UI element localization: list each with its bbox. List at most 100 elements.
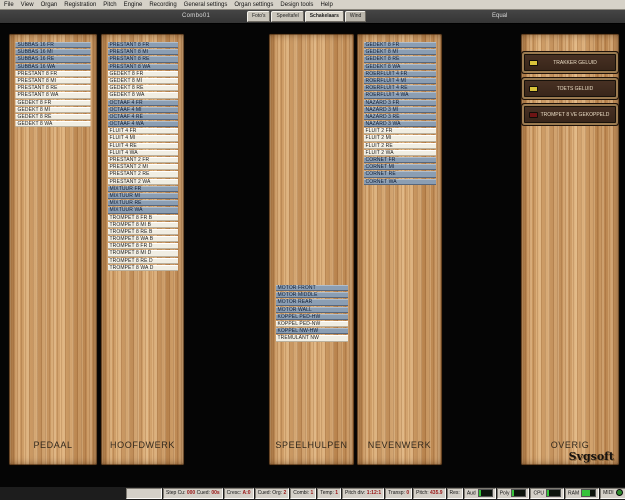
stop-roerfluit-4-wa[interactable]: ROERFLUIT 4 WA [364, 92, 436, 98]
stop-subbas-16-mi[interactable]: SUBBAS 16 MI [16, 49, 91, 55]
stop-prestant-8-re[interactable]: PRESTANT 8 RE [16, 85, 91, 91]
menu-file[interactable]: File [4, 2, 14, 8]
stop-gedekt-8-wa[interactable]: GEDEKT 8 WA [364, 64, 436, 70]
tab-speeltafel[interactable]: Speeltafel [271, 11, 303, 22]
stop-motor-front[interactable]: MOTOR FRONT [276, 285, 348, 291]
stop-prestant-8-wa[interactable]: PRESTANT 8 WA [108, 64, 178, 70]
stop-trompet-8-fr-b[interactable]: TROMPET 8 FR B [108, 215, 178, 221]
stop-fluit-4-re[interactable]: FLUIT 4 RE [108, 143, 178, 149]
stop-prestant-2-wa[interactable]: PRESTANT 2 WA [108, 179, 178, 185]
stop-prestant-2-mi[interactable]: PRESTANT 2 MI [108, 164, 178, 170]
stop-mixtuur-re[interactable]: MIXTUUR RE [108, 200, 178, 206]
status-cell-pitch-div: Pitch div: 1:12:1 [342, 488, 384, 499]
stop-fluit-4-mi[interactable]: FLUIT 4 MI [108, 135, 178, 141]
menu-general-settings[interactable]: General settings [184, 2, 228, 8]
stop-roerfluit-4-fr[interactable]: ROERFLUIT 4 FR [364, 71, 436, 77]
stop-prestant-8-wa[interactable]: PRESTANT 8 WA [16, 92, 91, 98]
menu-help[interactable]: Help [320, 2, 332, 8]
stop-trompet-8-re-b[interactable]: TROMPET 8 RE B [108, 229, 178, 235]
stop-subbas-16-re[interactable]: SUBBAS 16 RE [16, 56, 91, 62]
stop-gedekt-8-mi[interactable]: GEDEKT 8 MI [16, 107, 91, 113]
button-trakker-geluid[interactable]: TRAKKER GELUID [524, 54, 616, 71]
stop-gedekt-8-fr[interactable]: GEDEKT 8 FR [16, 100, 91, 106]
stop-nazard-3-wa[interactable]: NAZARD 3 WA [364, 121, 436, 127]
stop-koppel-ped-hw[interactable]: KOPPEL PED-HW [276, 314, 348, 320]
stop-fluit-2-re[interactable]: FLUIT 2 RE [364, 143, 436, 149]
button-label: TROMPET 8 VE GEKOPPELD [541, 112, 610, 118]
menu-organ-settings[interactable]: Organ settings [234, 2, 273, 8]
midi-status-cell: MIDI [600, 488, 625, 499]
stop-prestant-8-fr[interactable]: PRESTANT 8 FR [16, 71, 91, 77]
stop-fluit-4-fr[interactable]: FLUIT 4 FR [108, 128, 178, 134]
stoplist-pedaal: SUBBAS 16 FRSUBBAS 16 MISUBBAS 16 RE SUBB… [16, 42, 91, 128]
stop-gedekt-8-fr[interactable]: GEDEKT 8 FR [364, 42, 436, 48]
stoplist-nevenwerk: GEDEKT 8 FRGEDEKT 8 MIGEDEKT 8 RE GEDEKT … [364, 42, 436, 186]
stop-gedekt-8-mi[interactable]: GEDEKT 8 MI [108, 78, 178, 84]
stop-roerfluit-4-re[interactable]: ROERFLUIT 4 RE [364, 85, 436, 91]
stop-roerfluit-4-mi[interactable]: ROERFLUIT 4 MI [364, 78, 436, 84]
stop-trompet-8-wa-b[interactable]: TROMPET 8 WA B [108, 236, 178, 242]
stoplist-speelhulpen: MOTOR FRONTMOTOR MIDDLEMOTOR REAR MOTOR W… [276, 285, 348, 343]
stop-gedekt-8-fr[interactable]: GEDEKT 8 FR [108, 71, 178, 77]
division-label-nevenwerk: NEVENWERK [357, 440, 442, 450]
stop-octaaf-4-re[interactable]: OCTAAF 4 RE [108, 114, 178, 120]
stop-trompet-8-mi-b[interactable]: TROMPET 8 MI B [108, 222, 178, 228]
button-toets-geluid[interactable]: TOETS GELUID [524, 80, 616, 97]
menu-design-tools[interactable]: Design tools [280, 2, 313, 8]
stop-prestant-8-re[interactable]: PRESTANT 8 RE [108, 56, 178, 62]
stop-prestant-2-fr[interactable]: PRESTANT 2 FR [108, 157, 178, 163]
menu-engine[interactable]: Engine [124, 2, 143, 8]
stop-fluit-2-wa[interactable]: FLUIT 2 WA [364, 150, 436, 156]
stop-cornet-mi[interactable]: CORNET MI [364, 164, 436, 170]
stop-subbas-16-fr[interactable]: SUBBAS 16 FR [16, 42, 91, 48]
tab-foto-s[interactable]: Foto's [247, 11, 270, 22]
stop-octaaf-4-wa[interactable]: OCTAAF 4 WA [108, 121, 178, 127]
stop-gedekt-8-re[interactable]: GEDEKT 8 RE [16, 114, 91, 120]
stop-gedekt-8-re[interactable]: GEDEKT 8 RE [364, 56, 436, 62]
tab-wind[interactable]: Wind [345, 11, 366, 22]
button-label: TOETS GELUID [557, 86, 594, 92]
stop-gedekt-8-mi[interactable]: GEDEKT 8 MI [364, 49, 436, 55]
menu-recording[interactable]: Recording [149, 2, 176, 8]
stop-nazard-3-re[interactable]: NAZARD 3 RE [364, 114, 436, 120]
stop-trompet-8-mi-d[interactable]: TROMPET 8 MI D [108, 250, 178, 256]
meter-label: CPU [533, 490, 544, 496]
stop-prestant-8-mi[interactable]: PRESTANT 8 MI [108, 49, 178, 55]
tab-schakelaars[interactable]: Schakelaars [305, 11, 344, 22]
button-trompet-8-ve-gekoppeld[interactable]: TROMPET 8 VE GEKOPPELD [524, 106, 616, 123]
stop-fluit-2-mi[interactable]: FLUIT 2 MI [364, 135, 436, 141]
stop-cornet-wa[interactable]: CORNET WA [364, 179, 436, 185]
stop-motor-rear[interactable]: MOTOR REAR [276, 299, 348, 305]
stop-mixtuur-mi[interactable]: MIXTUUR MI [108, 193, 178, 199]
stop-octaaf-4-mi[interactable]: OCTAAF 4 MI [108, 107, 178, 113]
stop-tremulant-nw[interactable]: TREMULANT NW [276, 335, 348, 341]
stop-mixtuur-wa[interactable]: MIXTUUR WA [108, 207, 178, 213]
stop-cornet-re[interactable]: CORNET RE [364, 171, 436, 177]
menu-pitch[interactable]: Pitch [103, 2, 116, 8]
stop-nazard-3-mi[interactable]: NAZARD 3 MI [364, 107, 436, 113]
stop-prestant-8-fr[interactable]: PRESTANT 8 FR [108, 42, 178, 48]
stop-octaaf-4-fr[interactable]: OCTAAF 4 FR [108, 100, 178, 106]
stop-subbas-16-wa[interactable]: SUBBAS 16 WA [16, 64, 91, 70]
stop-trompet-8-re-d[interactable]: TROMPET 8 RE D [108, 258, 178, 264]
stop-koppel-ped-nw[interactable]: KOPPEL PED-NW [276, 321, 348, 327]
stop-motor-wall[interactable]: MOTOR WALL [276, 307, 348, 313]
menu-organ[interactable]: Organ [41, 2, 58, 8]
stop-cornet-fr[interactable]: CORNET FR [364, 157, 436, 163]
stop-gedekt-8-re[interactable]: GEDEKT 8 RE [108, 85, 178, 91]
meter-cell-cpu: CPU [530, 488, 564, 499]
stop-nazard-3-fr[interactable]: NAZARD 3 FR [364, 100, 436, 106]
stop-fluit-4-wa[interactable]: FLUIT 4 WA [108, 150, 178, 156]
stop-fluit-2-fr[interactable]: FLUIT 2 FR [364, 128, 436, 134]
menu-registration[interactable]: Registration [64, 2, 96, 8]
stop-prestant-8-mi[interactable]: PRESTANT 8 MI [16, 78, 91, 84]
stop-motor-middle[interactable]: MOTOR MIDDLE [276, 292, 348, 298]
stop-trompet-8-fr-d[interactable]: TROMPET 8 FR D [108, 243, 178, 249]
stop-prestant-2-re[interactable]: PRESTANT 2 RE [108, 171, 178, 177]
stop-gedekt-8-wa[interactable]: GEDEKT 8 WA [16, 121, 91, 127]
menu-view[interactable]: View [21, 2, 34, 8]
stop-koppel-nw-hw[interactable]: KOPPEL NW-HW [276, 328, 348, 334]
stop-gedekt-8-wa[interactable]: GEDEKT 8 WA [108, 92, 178, 98]
stop-trompet-8-wa-d[interactable]: TROMPET 8 WA D [108, 265, 178, 271]
stop-mixtuur-fr[interactable]: MIXTUUR FR [108, 186, 178, 192]
